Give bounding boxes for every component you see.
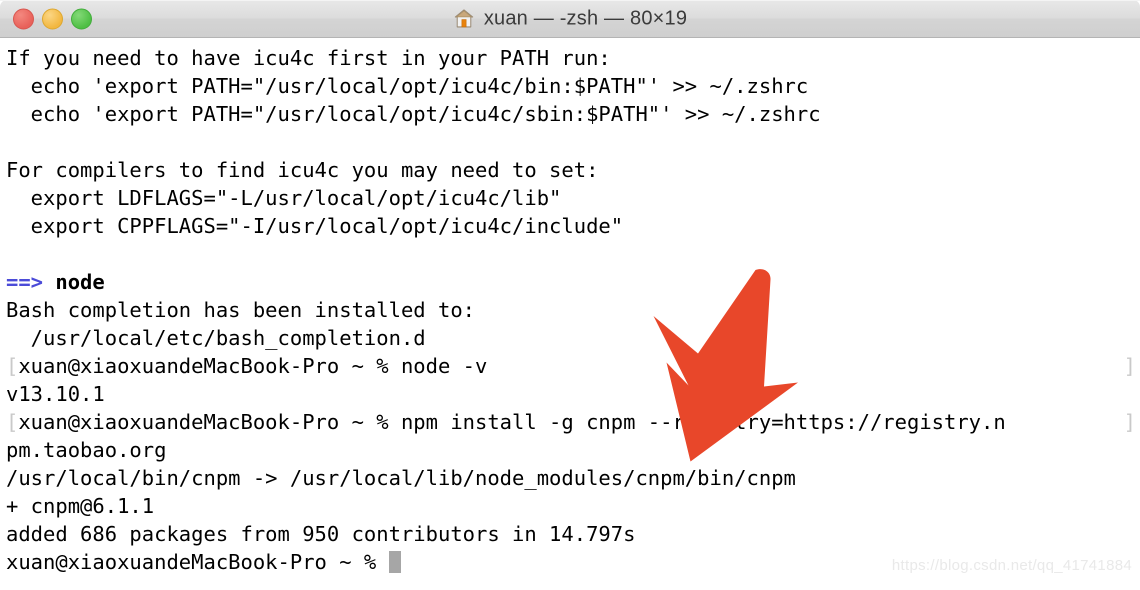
terminal-line: export CPPFLAGS="-I/usr/local/opt/icu4c/… xyxy=(0,212,1140,240)
terminal-line-brew-heading: ==> node xyxy=(0,268,1140,296)
line-text: echo 'export PATH="/usr/local/opt/icu4c/… xyxy=(6,74,809,98)
brew-arrow-marker: ==> xyxy=(6,270,56,294)
line-text: /usr/local/bin/cnpm -> /usr/local/lib/no… xyxy=(6,466,796,490)
line-text: v13.10.1 xyxy=(6,382,105,406)
line-text: export LDFLAGS="-L/usr/local/opt/icu4c/l… xyxy=(6,186,562,210)
terminal-line: For compilers to find icu4c you may need… xyxy=(0,156,1140,184)
traffic-light-group xyxy=(13,8,92,29)
terminal-line: /usr/local/bin/cnpm -> /usr/local/lib/no… xyxy=(0,464,1140,492)
terminal-line: echo 'export PATH="/usr/local/opt/icu4c/… xyxy=(0,72,1140,100)
line-text: xuan@xiaoxuandeMacBook-Pro ~ % npm insta… xyxy=(18,410,1006,434)
terminal-window: xuan — -zsh — 80×19 If you need to have … xyxy=(0,0,1140,590)
terminal-line: added 686 packages from 950 contributors… xyxy=(0,520,1140,548)
close-button[interactable] xyxy=(13,8,34,29)
line-text: echo 'export PATH="/usr/local/opt/icu4c/… xyxy=(6,102,821,126)
text-cursor xyxy=(388,551,401,573)
home-icon xyxy=(454,9,474,28)
terminal-line-command: [xuan@xiaoxuandeMacBook-Pro ~ % node -v] xyxy=(0,352,1140,380)
line-text: export CPPFLAGS="-I/usr/local/opt/icu4c/… xyxy=(6,214,624,238)
terminal-line: /usr/local/etc/bash_completion.d xyxy=(0,324,1140,352)
terminal-output: If you need to have icu4c first in your … xyxy=(0,44,1140,576)
wrap-mark-right: ] xyxy=(1123,410,1136,434)
terminal-line: If you need to have icu4c first in your … xyxy=(0,44,1140,72)
terminal-line: Bash completion has been installed to: xyxy=(0,296,1140,324)
terminal-line: pm.taobao.org xyxy=(0,436,1140,464)
line-text: pm.taobao.org xyxy=(6,438,167,462)
terminal-line: + cnpm@6.1.1 xyxy=(0,492,1140,520)
window-titlebar[interactable]: xuan — -zsh — 80×19 xyxy=(0,0,1140,38)
minimize-button[interactable] xyxy=(42,8,63,29)
watermark-text: https://blog.csdn.net/qq_41741884 xyxy=(891,557,1132,574)
maximize-button[interactable] xyxy=(71,8,92,29)
wrap-mark-left: [ xyxy=(6,410,19,434)
prompt-text: xuan@xiaoxuandeMacBook-Pro ~ % xyxy=(6,550,389,574)
line-text: /usr/local/etc/bash_completion.d xyxy=(6,326,426,350)
brew-formula-name: node xyxy=(55,270,105,294)
window-title: xuan — -zsh — 80×19 xyxy=(483,7,688,29)
terminal-line: export LDFLAGS="-L/usr/local/opt/icu4c/l… xyxy=(0,184,1140,212)
line-text: xuan@xiaoxuandeMacBook-Pro ~ % node -v xyxy=(18,354,488,378)
wrap-mark-right: ] xyxy=(1123,354,1136,378)
line-text: Bash completion has been installed to: xyxy=(6,298,475,322)
terminal-screen[interactable]: If you need to have icu4c first in your … xyxy=(0,38,1140,590)
line-text: If you need to have icu4c first in your … xyxy=(6,46,611,70)
line-text: + cnpm@6.1.1 xyxy=(6,494,155,518)
line-text: For compilers to find icu4c you may need… xyxy=(6,158,599,182)
line-text: added 686 packages from 950 contributors… xyxy=(6,522,636,546)
window-title-group: xuan — -zsh — 80×19 xyxy=(0,7,1140,30)
wrap-mark-left: [ xyxy=(6,354,19,378)
terminal-line-command: [xuan@xiaoxuandeMacBook-Pro ~ % npm inst… xyxy=(0,408,1140,436)
terminal-line: echo 'export PATH="/usr/local/opt/icu4c/… xyxy=(0,100,1140,128)
terminal-line: v13.10.1 xyxy=(0,380,1140,408)
